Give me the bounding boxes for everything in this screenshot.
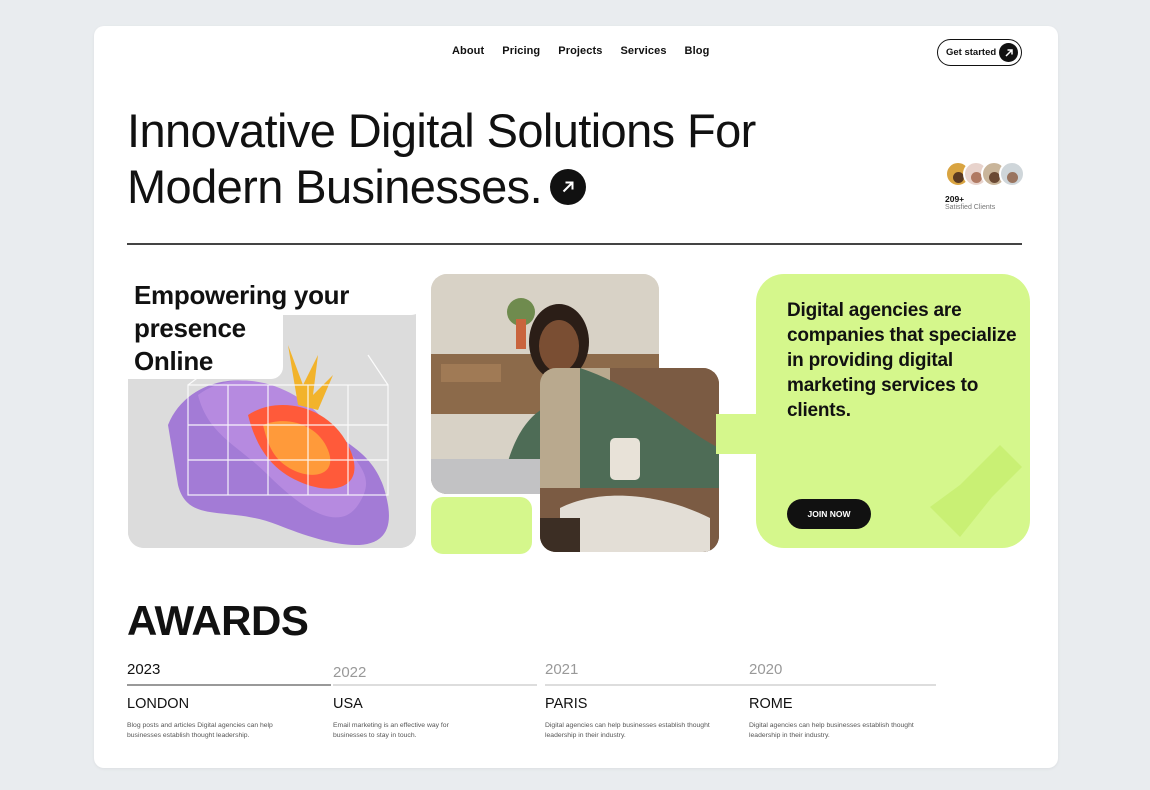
empower-heading: Empowering your presence Online <box>134 279 349 378</box>
get-started-label: Get started <box>946 47 997 58</box>
get-started-button[interactable]: Get started <box>937 39 1022 66</box>
workspace-photo <box>540 368 719 552</box>
empower-line3: Online <box>134 346 214 376</box>
empower-line1: Empowering your <box>134 280 350 310</box>
client-avatars <box>945 161 1025 187</box>
arrow-up-right-icon[interactable] <box>550 169 587 205</box>
join-now-button[interactable]: JOIN NOW <box>787 499 871 529</box>
green-accent-tab <box>431 497 532 554</box>
hero-title-line1: Innovative Digital Solutions For <box>127 104 756 157</box>
nav-about[interactable]: About <box>452 45 484 57</box>
clients-label: Satisfied Clients <box>945 204 996 211</box>
zigzag-decoration-icon <box>930 445 1022 537</box>
agency-description: Digital agencies are companies that spec… <box>787 300 1017 421</box>
award-item: 2020 ROME Digital agencies can help busi… <box>749 661 936 741</box>
nav-pricing[interactable]: Pricing <box>502 45 540 57</box>
award-city: LONDON <box>127 695 190 712</box>
award-divider <box>333 684 537 686</box>
award-item: 2022 USA Email marketing is an effective… <box>333 664 537 741</box>
clients-count: 209+ <box>945 194 965 204</box>
award-year: 2023 <box>127 661 161 678</box>
hero-title: Innovative Digital Solutions For Modern … <box>127 103 756 215</box>
award-year: 2021 <box>545 661 579 678</box>
award-description: Digital agencies can help businesses est… <box>545 721 710 739</box>
arrow-up-right-icon <box>999 43 1018 62</box>
award-year: 2022 <box>333 664 367 681</box>
nav-blog[interactable]: Blog <box>685 45 710 57</box>
avatar <box>999 161 1025 187</box>
hero-title-line2: Modern Businesses. <box>127 160 543 213</box>
main-nav: About Pricing Projects Services Blog <box>452 45 709 57</box>
award-divider <box>749 684 936 686</box>
award-year: 2020 <box>749 661 783 678</box>
nav-projects[interactable]: Projects <box>558 45 602 57</box>
award-description: Blog posts and articles Digital agencies… <box>127 721 273 739</box>
award-city: ROME <box>749 695 793 712</box>
award-divider <box>127 684 331 686</box>
nav-services[interactable]: Services <box>620 45 666 57</box>
award-description: Email marketing is an effective way for … <box>333 721 449 739</box>
award-city: USA <box>333 695 363 712</box>
empower-line2: presence <box>134 313 246 343</box>
award-city: PARIS <box>545 695 588 712</box>
award-item: 2023 LONDON Blog posts and articles Digi… <box>127 661 331 741</box>
hero-divider <box>127 243 1022 245</box>
awards-title: AWARDS <box>127 597 309 644</box>
award-item: 2021 PARIS Digital agencies can help bus… <box>545 661 749 741</box>
green-connector <box>716 414 760 454</box>
award-description: Digital agencies can help businesses est… <box>749 721 914 739</box>
award-divider <box>545 684 749 686</box>
